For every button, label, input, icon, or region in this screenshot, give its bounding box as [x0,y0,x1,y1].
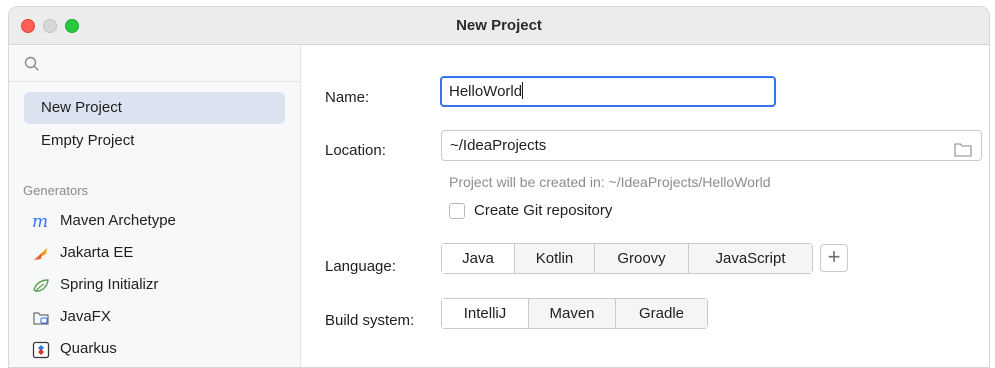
title-bar: New Project [9,7,989,45]
language-option-java[interactable]: Java [442,244,515,273]
generator-label: JavaFX [60,308,111,325]
new-project-dialog: New Project New Project Empty Project Ge… [8,6,990,368]
search-field[interactable] [9,46,300,82]
create-git-label[interactable]: Create Git repository [474,202,612,219]
language-option-kotlin[interactable]: Kotlin [515,244,595,273]
text-caret [522,82,524,99]
spring-icon [32,277,50,295]
maven-icon: m [32,213,50,231]
generator-label: Maven Archetype [60,212,176,229]
sidebar-item-spring-initializr[interactable]: Spring Initializr [24,270,285,300]
sidebar-item-maven-archetype[interactable]: m Maven Archetype [24,206,285,236]
sidebar-item-jakarta-ee[interactable]: Jakarta EE [24,238,285,268]
sidebar: New Project Empty Project Generators m M… [9,46,301,367]
name-input[interactable]: HelloWorld [440,76,776,107]
build-system-label: Build system: [325,312,415,329]
build-option-maven[interactable]: Maven [529,299,616,328]
window-title: New Project [456,17,542,34]
project-settings-form: Name: HelloWorld Location: ~/IdeaProject… [302,46,989,367]
language-option-javascript[interactable]: JavaScript [689,244,812,273]
javafx-icon [32,309,50,327]
name-value: HelloWorld [449,83,523,100]
sidebar-item-javafx[interactable]: JavaFX [24,302,285,332]
folder-icon[interactable] [954,138,972,157]
add-language-button[interactable]: + [820,244,848,272]
sidebar-item-new-project[interactable]: New Project [24,92,285,124]
sidebar-item-label: New Project [41,99,122,116]
sidebar-item-label: Empty Project [41,132,135,149]
generator-label: Jakarta EE [60,244,134,261]
language-label: Language: [325,258,396,275]
location-label: Location: [325,142,386,159]
language-option-groovy[interactable]: Groovy [595,244,689,273]
build-option-intellij[interactable]: IntelliJ [442,299,529,328]
create-git-checkbox[interactable] [449,203,465,219]
name-label: Name: [325,89,370,106]
generator-label: Spring Initializr [60,276,159,293]
jakarta-ee-icon [32,245,50,263]
location-hint: Project will be created in: ~/IdeaProjec… [449,174,771,190]
generator-label: Quarkus [60,340,117,357]
generators-section-label: Generators [23,183,89,198]
sidebar-item-empty-project[interactable]: Empty Project [24,125,285,157]
quarkus-icon [32,341,50,359]
language-selector: Java Kotlin Groovy JavaScript [441,243,813,274]
sidebar-item-quarkus[interactable]: Quarkus [24,334,285,364]
svg-text:m: m [32,213,48,231]
location-input[interactable]: ~/IdeaProjects [441,130,982,161]
search-icon [23,55,41,73]
location-value: ~/IdeaProjects [450,137,547,154]
build-option-gradle[interactable]: Gradle [616,299,707,328]
build-system-selector: IntelliJ Maven Gradle [441,298,708,329]
